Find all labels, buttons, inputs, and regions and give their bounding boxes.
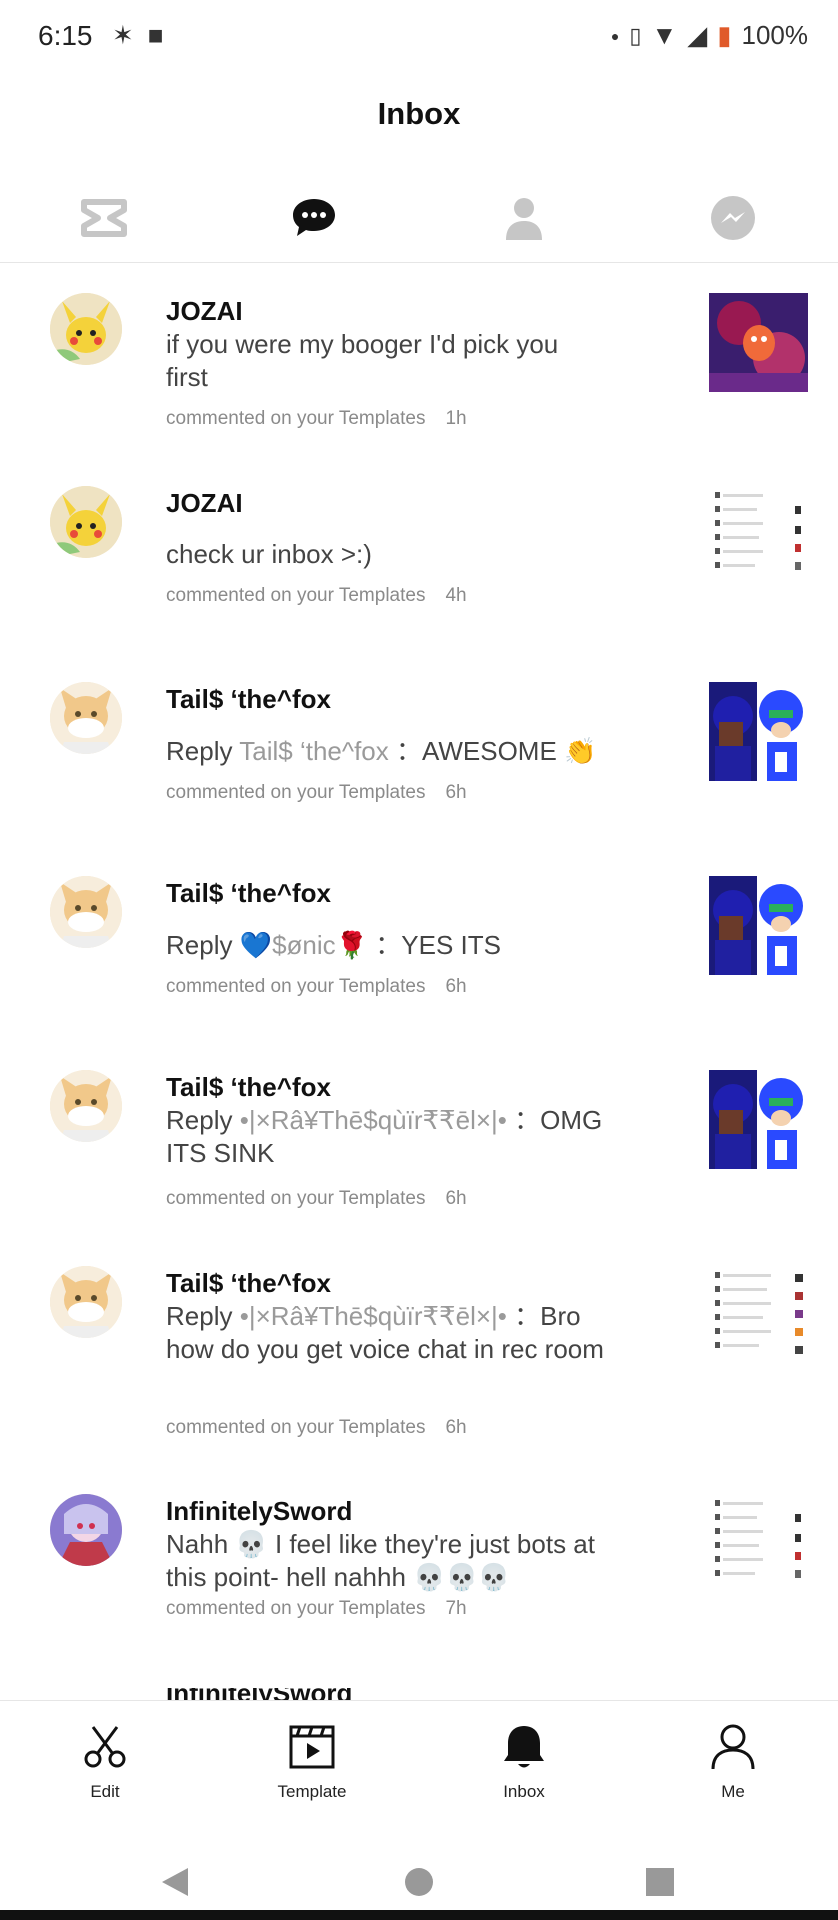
list-item[interactable]: JOZAI if you were my booger I'd pick you… — [0, 290, 838, 440]
battery-icon: ▮ — [717, 20, 732, 50]
comment-text: Reply •|×Râ¥Thē$qùïr₹₹ēl×|• ：Bro how do … — [166, 1301, 604, 1364]
avatar[interactable] — [50, 682, 122, 754]
comment-meta: commented on your Templates 7h — [166, 1598, 467, 1619]
template-thumbnail[interactable] — [709, 486, 808, 585]
inbox-filter-bar — [0, 188, 838, 258]
vibrate-icon: ▯ — [629, 22, 642, 48]
comment-meta: commented on your Templates 4h — [166, 585, 467, 606]
cell-signal-icon: ◢ — [687, 20, 708, 50]
wifi-icon: ▼ — [651, 20, 678, 50]
username[interactable]: Tail$ ‘the^fox — [166, 1268, 331, 1299]
capcut-logo-icon[interactable] — [74, 188, 134, 248]
reply-target[interactable]: Tail$ ‘the^fox — [239, 736, 389, 766]
timestamp: 4h — [445, 585, 467, 606]
bell-icon — [504, 1726, 544, 1768]
template-thumbnail[interactable] — [709, 682, 808, 781]
template-thumbnail[interactable] — [709, 1070, 808, 1169]
comment-meta: commented on your Templates 6h — [166, 976, 467, 997]
timestamp: 7h — [445, 1598, 467, 1619]
username[interactable]: Tail$ ‘the^fox — [166, 684, 331, 715]
nav-template[interactable]: Template — [252, 1723, 372, 1802]
no-signal-icon: ✶ — [112, 20, 134, 50]
avatar[interactable] — [50, 876, 122, 948]
video-recording-icon: ■ — [147, 20, 164, 50]
username[interactable]: InfinitelySword — [166, 1688, 352, 1700]
template-thumbnail[interactable] — [709, 1266, 808, 1365]
comment-text: Reply 💙$ønic🌹 ：YES ITS — [166, 930, 501, 960]
username[interactable]: JOZAI — [166, 488, 243, 519]
template-thumbnail[interactable] — [709, 293, 808, 392]
username[interactable]: Tail$ ‘the^fox — [166, 878, 331, 909]
username[interactable]: Tail$ ‘the^fox — [166, 1072, 331, 1103]
timestamp: 6h — [445, 782, 467, 803]
header-divider — [0, 262, 838, 263]
avatar[interactable] — [50, 1494, 122, 1566]
system-nav-bar — [0, 1842, 838, 1920]
template-thumbnail[interactable] — [709, 1494, 808, 1593]
avatar[interactable] — [50, 486, 122, 558]
avatar[interactable] — [50, 1266, 122, 1338]
nav-inbox[interactable]: Inbox — [464, 1723, 584, 1802]
template-thumbnail[interactable] — [709, 876, 808, 975]
comment-text: Nahh 💀 I feel like they're just bots at … — [166, 1529, 595, 1592]
template-icon — [289, 1725, 335, 1769]
dot-icon: ● — [610, 27, 620, 44]
username[interactable]: InfinitelySword — [166, 1496, 352, 1527]
list-item[interactable]: Tail$ ‘the^fox Reply •|×Râ¥Thē$qùïr₹₹ēl×… — [0, 1266, 838, 1446]
username[interactable]: JOZAI — [166, 296, 243, 327]
comment-text: if you were my booger I'd pick you first — [166, 329, 559, 392]
comment-meta: commented on your Templates 6h — [166, 1417, 467, 1438]
list-item[interactable]: JOZAI check ur inbox >:) commented on yo… — [0, 486, 838, 616]
avatar[interactable] — [50, 293, 122, 365]
page-title: Inbox — [377, 96, 461, 131]
timestamp: 6h — [445, 1188, 467, 1209]
comment-text: Reply •|×Râ¥Thē$qùïr₹₹ēl×|• ：OMG ITS SIN… — [166, 1105, 603, 1168]
status-bar: 6:15 ✶ ■ ● ▯ ▼ ◢ ▮ 100% — [0, 0, 838, 70]
bottom-nav: Edit Template Inbox Me — [0, 1700, 838, 1841]
reply-target[interactable]: •|×Râ¥Thē$qùïr₹₹ēl×|• — [240, 1301, 507, 1331]
bottom-edge — [0, 1910, 838, 1920]
reply-target[interactable]: •|×Râ¥Thē$qùïr₹₹ēl×|• — [240, 1105, 507, 1135]
timestamp: 6h — [445, 1417, 467, 1438]
scissors-icon — [84, 1726, 126, 1768]
comment-text: Reply Tail$ ‘the^fox ：AWESOME 👏 — [166, 736, 597, 766]
timestamp: 6h — [445, 976, 467, 997]
comment-text: check ur inbox >:) — [166, 539, 372, 569]
list-item[interactable]: Tail$ ‘the^fox Reply 💙$ønic🌹 ：YES ITS co… — [0, 876, 838, 1006]
person-icon[interactable] — [494, 188, 554, 248]
nav-me[interactable]: Me — [673, 1723, 793, 1802]
person-outline-icon — [711, 1724, 755, 1770]
list-item[interactable]: Tail$ ‘the^fox Reply •|×Râ¥Thē$qùïr₹₹ēl×… — [0, 1070, 838, 1220]
comment-meta: commented on your Templates 6h — [166, 782, 467, 803]
messenger-icon[interactable] — [703, 188, 763, 248]
reply-target[interactable]: 💙$ønic🌹 — [240, 930, 368, 960]
timestamp: 1h — [445, 408, 467, 429]
comment-meta: commented on your Templates 6h — [166, 1188, 467, 1209]
nav-edit[interactable]: Edit — [45, 1723, 165, 1802]
chat-bubble-icon[interactable] — [284, 188, 344, 248]
battery-percent: 100% — [741, 20, 809, 50]
list-item-partial[interactable]: InfinitelySword — [0, 1688, 838, 1700]
list-item[interactable]: InfinitelySword Nahh 💀 I feel like they'… — [0, 1494, 838, 1634]
list-item[interactable]: Tail$ ‘the^fox Reply Tail$ ‘the^fox ：AWE… — [0, 682, 838, 812]
status-time: 6:15 — [38, 20, 93, 51]
back-icon[interactable] — [160, 1866, 190, 1898]
recents-icon[interactable] — [645, 1867, 675, 1897]
comment-meta: commented on your Templates 1h — [166, 408, 467, 429]
avatar[interactable] — [50, 1070, 122, 1142]
home-icon[interactable] — [404, 1867, 434, 1897]
